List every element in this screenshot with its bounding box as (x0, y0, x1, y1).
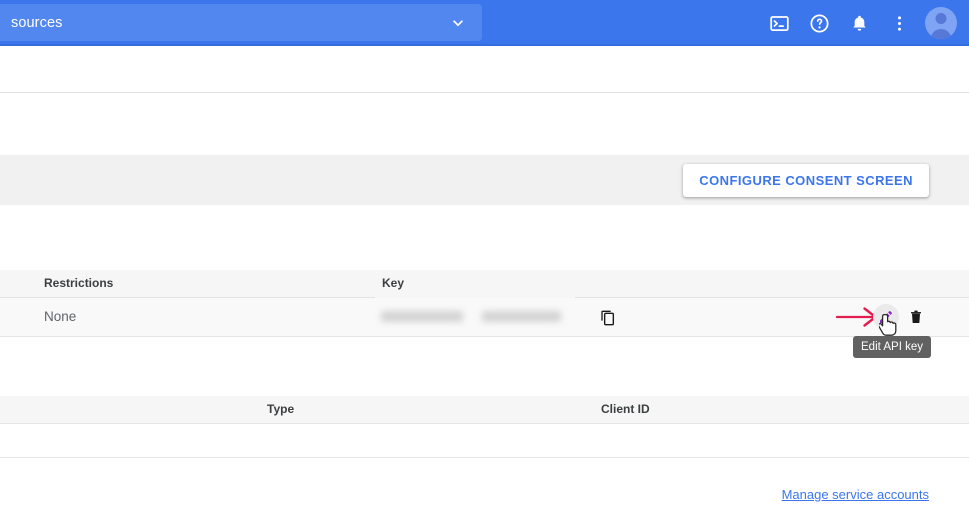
column-header-type: Type (267, 402, 295, 416)
edit-pencil-icon[interactable] (873, 304, 899, 330)
cell-key-redacted-part1 (381, 311, 463, 322)
avatar-head (935, 13, 947, 24)
api-keys-table: Restrictions Key None (0, 270, 969, 337)
cell-restrictions-value: None (44, 309, 77, 324)
column-header-key: Key (382, 276, 405, 290)
notifications-bell-icon[interactable] (839, 3, 879, 43)
project-selector-label: sources (11, 14, 63, 31)
top-app-bar: sources (0, 0, 969, 46)
more-vert-dots-icon[interactable] (879, 3, 919, 43)
copy-content-icon[interactable] (597, 307, 619, 329)
edit-api-key-tooltip: Edit API key (853, 336, 932, 358)
section-divider-top (0, 92, 969, 93)
footer-links: Manage service accounts (782, 486, 929, 504)
delete-trash-icon[interactable] (903, 304, 929, 330)
account-avatar-icon[interactable] (925, 7, 957, 39)
project-selector[interactable]: sources (0, 4, 482, 41)
row-action-buttons (873, 304, 929, 330)
oauth-table-header: Type Client ID (0, 396, 969, 424)
topbar-actions (759, 0, 961, 46)
help-question-icon[interactable] (799, 3, 839, 43)
chevron-down-icon (448, 13, 468, 33)
oauth-empty-row (0, 424, 969, 458)
cell-key-redacted-part2 (482, 311, 561, 322)
oauth-clients-table: Type Client ID (0, 396, 969, 458)
table-row[interactable]: None (0, 298, 969, 337)
column-header-client-id: Client ID (601, 402, 650, 416)
credentials-page: sources CONFIGURE CONSENT SCREEN Restric… (0, 0, 969, 518)
avatar-body (930, 29, 952, 39)
main-content: CONFIGURE CONSENT SCREEN Restrictions Ke… (0, 46, 969, 518)
cloud-shell-terminal-icon[interactable] (759, 3, 799, 43)
manage-service-accounts-link[interactable]: Manage service accounts (782, 487, 929, 502)
configure-consent-screen-button[interactable]: CONFIGURE CONSENT SCREEN (683, 164, 929, 197)
api-keys-table-header: Restrictions Key (0, 270, 969, 298)
column-header-restrictions: Restrictions (44, 276, 114, 290)
